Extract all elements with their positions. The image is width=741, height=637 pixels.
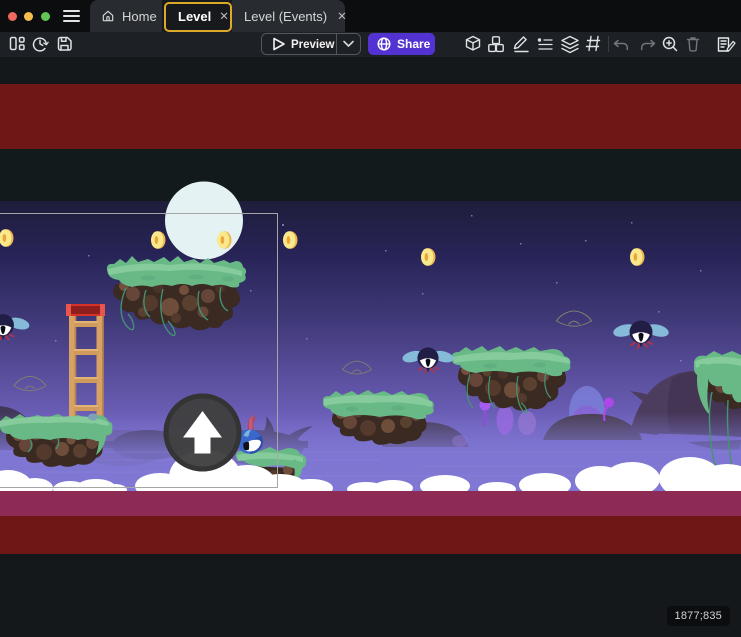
svg-text:Preview: Preview — [291, 39, 335, 51]
svg-text:Share: Share — [397, 37, 431, 51]
